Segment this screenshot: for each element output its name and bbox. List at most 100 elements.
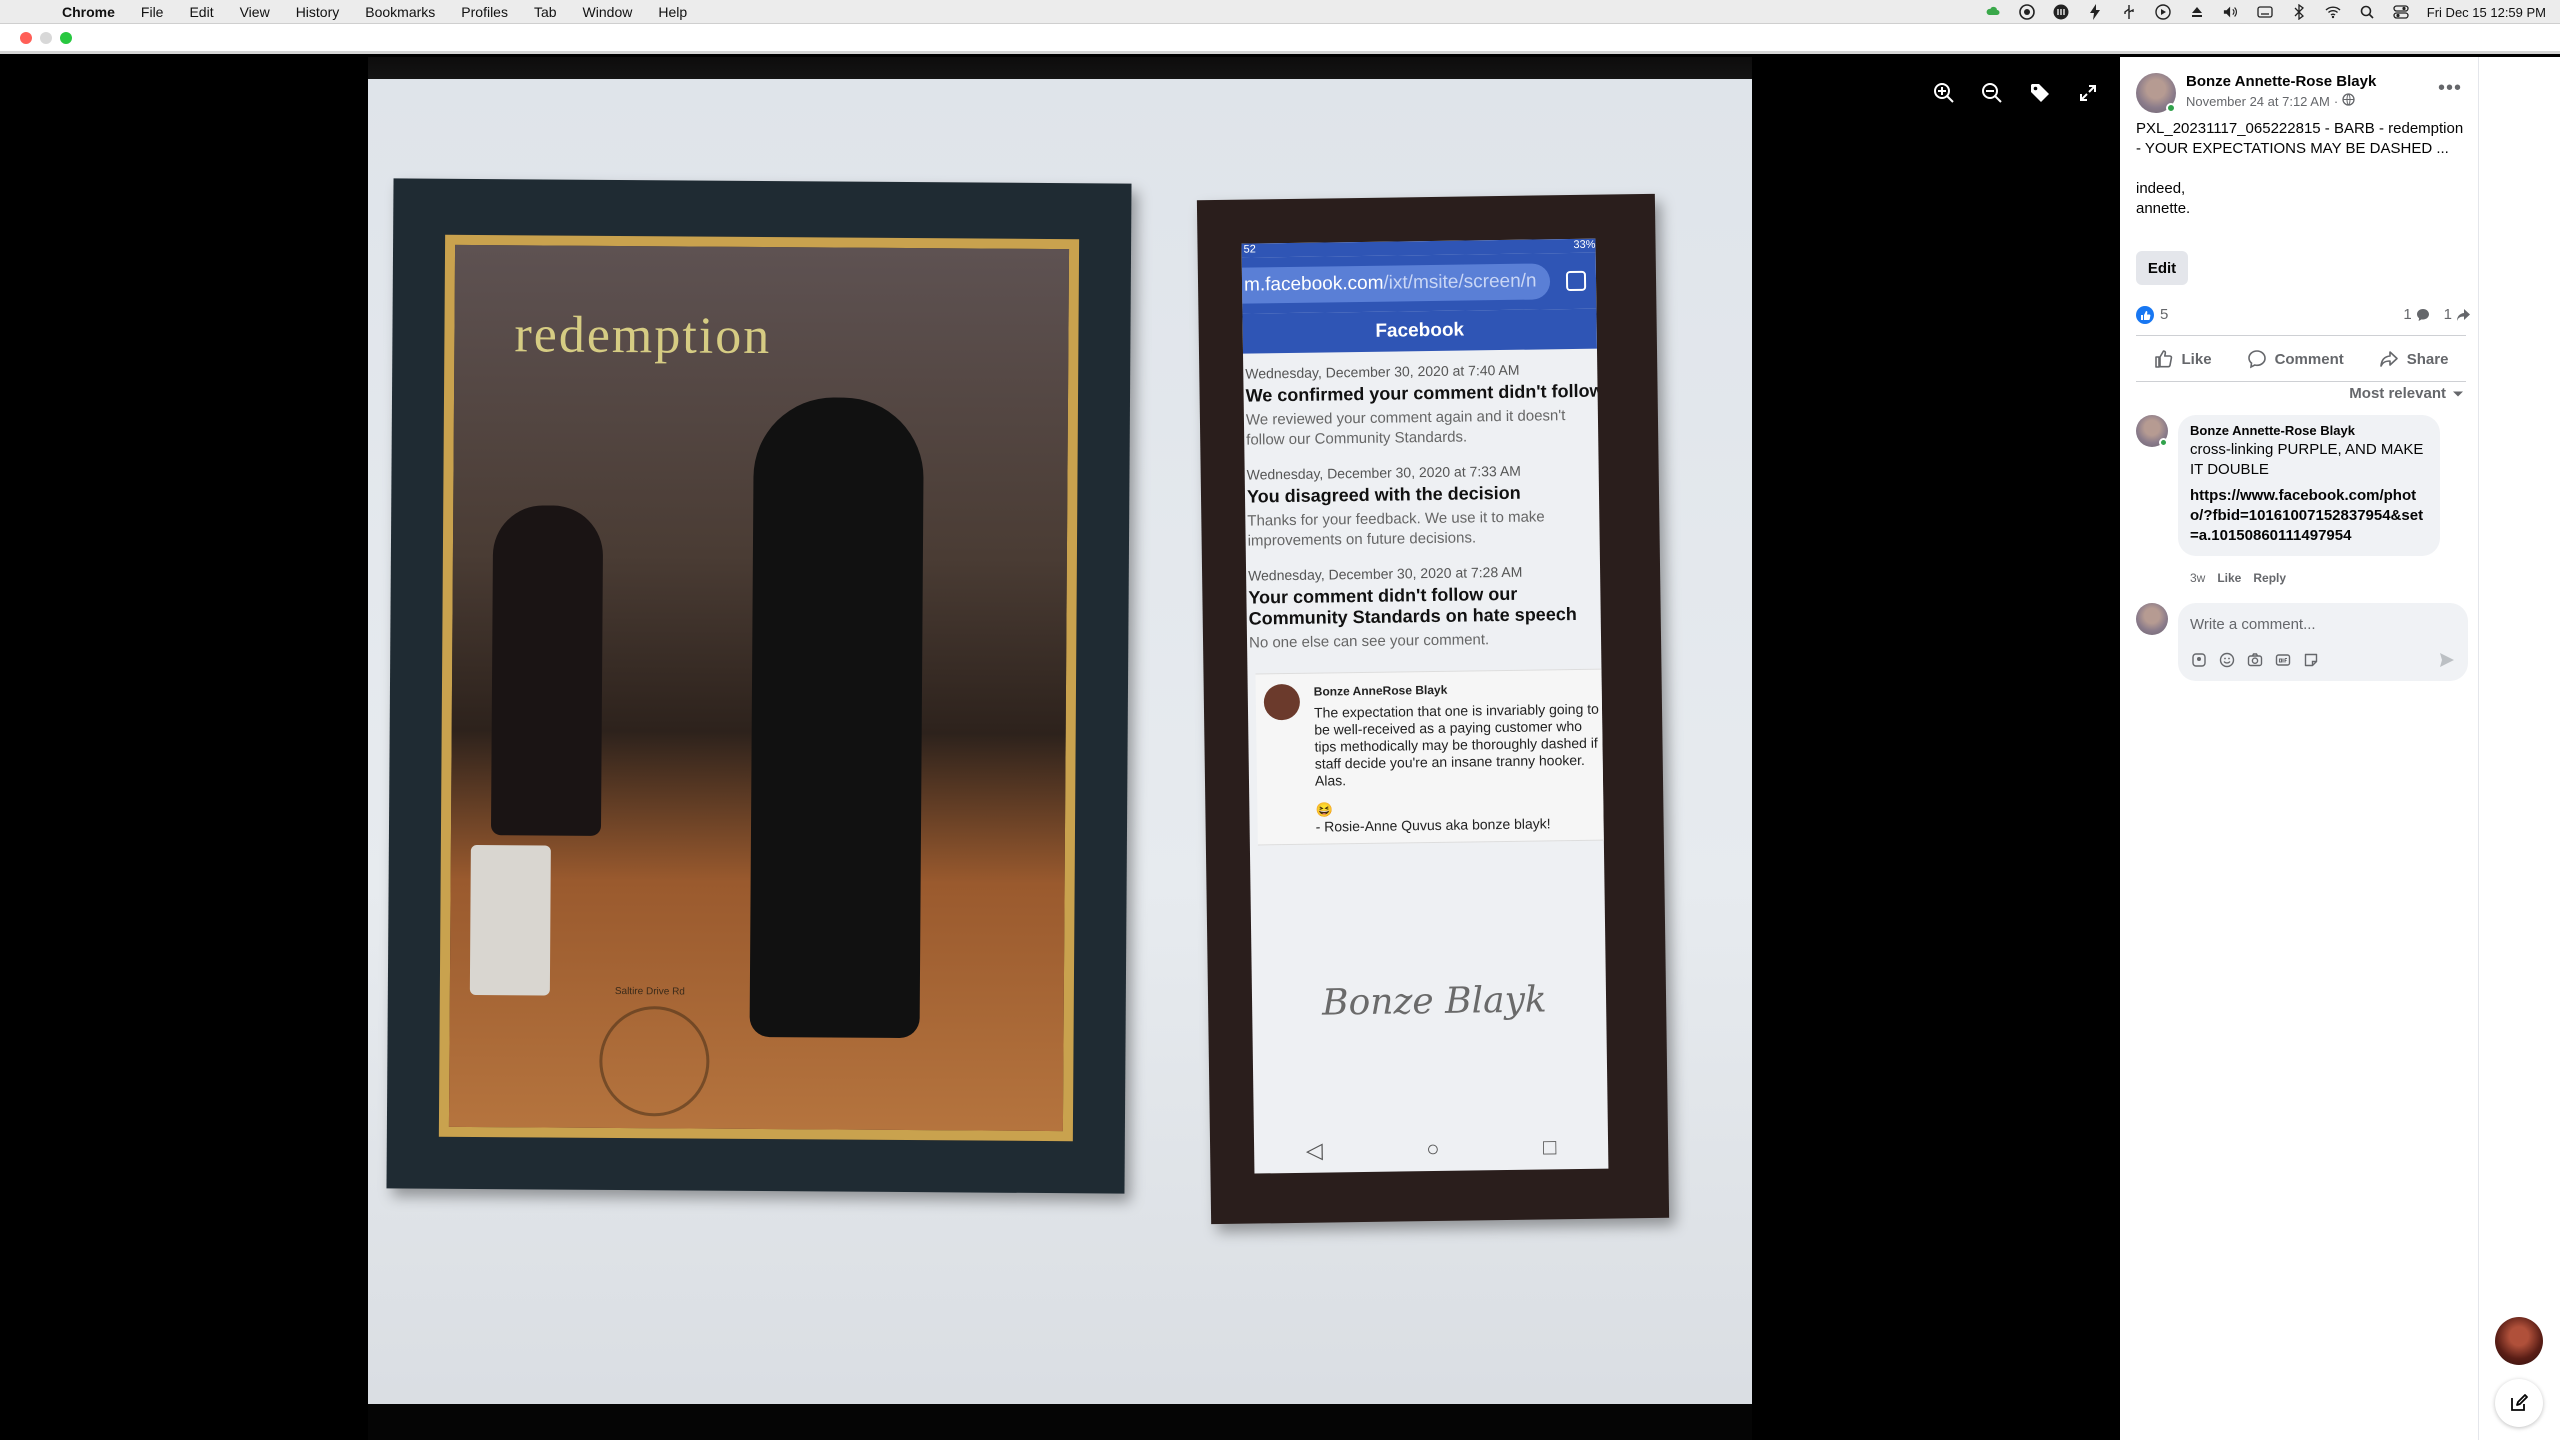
bluetooth-icon[interactable]: [2291, 4, 2307, 20]
current-user-avatar[interactable]: [2136, 603, 2168, 635]
avatar-sticker-icon[interactable]: [2190, 651, 2208, 669]
post-caption: PXL_20231117_065222815 - BARB - redempti…: [2136, 120, 2464, 157]
keyboard-icon[interactable]: [2257, 4, 2273, 20]
bolt-icon[interactable]: [2087, 4, 2103, 20]
compose-icon: [2511, 1394, 2528, 1411]
menu-edit[interactable]: Edit: [189, 4, 213, 20]
notice-date: Wednesday, December 30, 2020 at 7:40 AM: [1245, 361, 1520, 382]
divider: [2136, 381, 2466, 382]
comment-meta: 3w Like Reply: [2190, 571, 2286, 585]
comment-age[interactable]: 3w: [2190, 571, 2205, 585]
photo-bottom-edge: [368, 1404, 1752, 1440]
window-minimize-button[interactable]: [40, 32, 52, 44]
fullscreen-icon[interactable]: [2072, 77, 2104, 109]
phone-notice: Wednesday, December 30, 2020 at 7:33 AM …: [1244, 450, 1599, 556]
menu-file[interactable]: File: [141, 4, 164, 20]
volume-icon[interactable]: [2223, 4, 2239, 20]
yin-yang-watermark: [598, 1005, 710, 1117]
speaker-object: [469, 844, 551, 996]
status-area: Fri Dec 15 12:59 PM: [1985, 0, 2546, 24]
window-close-button[interactable]: [20, 32, 32, 44]
share-count[interactable]: 1: [2444, 306, 2470, 323]
notice-heading: Your comment didn't follow our Community…: [1248, 583, 1577, 629]
gif-icon[interactable]: [2274, 651, 2292, 669]
menu-tab[interactable]: Tab: [534, 4, 557, 20]
divider: [2136, 335, 2466, 336]
menu-view[interactable]: View: [240, 4, 270, 20]
phone-fb-title: Facebook: [1242, 308, 1597, 354]
menu-app-name[interactable]: Chrome: [62, 4, 115, 20]
comment-input[interactable]: [2190, 613, 2450, 635]
post-author-name[interactable]: Bonze Annette-Rose Blayk: [2186, 73, 2376, 90]
comment-count[interactable]: 1: [2403, 306, 2429, 323]
engagement-counts: 1 1: [2403, 306, 2470, 323]
zoom-out-icon[interactable]: [1976, 77, 2008, 109]
handwritten-signature: Bonze Blayk: [1321, 979, 1547, 1024]
online-status-indicator: [2159, 438, 2168, 447]
menu-profiles[interactable]: Profiles: [461, 4, 508, 20]
window-fullscreen-button[interactable]: [60, 32, 72, 44]
like-label: Like: [2181, 350, 2212, 368]
menu-bar-clock[interactable]: Fri Dec 15 12:59 PM: [2427, 5, 2546, 20]
post-meta: November 24 at 7:12 AM ·: [2186, 93, 2355, 109]
meta-separator: ·: [2333, 93, 2339, 109]
comment-bubble-icon: [2416, 308, 2429, 321]
search-icon[interactable]: [2359, 4, 2375, 20]
comment-icon: [2247, 350, 2266, 369]
comment-link[interactable]: https://www.facebook.com/photo/?fbid=101…: [2190, 486, 2428, 546]
eject-icon[interactable]: [2189, 4, 2205, 20]
reaction-summary[interactable]: 5 1 1: [2136, 305, 2470, 327]
edit-button[interactable]: Edit: [2136, 251, 2188, 285]
comment-button[interactable]: Comment: [2247, 349, 2344, 369]
post-header: Bonze Annette-Rose Blayk November 24 at …: [2136, 71, 2472, 117]
menu-history[interactable]: History: [296, 4, 340, 20]
camera-icon[interactable]: [2246, 651, 2264, 669]
menu-window[interactable]: Window: [583, 4, 633, 20]
thumbs-up-reaction-icon: [2136, 306, 2154, 324]
artwork-title: redemption: [514, 306, 772, 366]
phone-url-bar: m.facebook.com/ixt/msite/screen/n: [1241, 252, 1597, 314]
phone-url-field: m.facebook.com/ixt/msite/screen/n: [1241, 263, 1551, 304]
commenter-name[interactable]: Bonze Annette-Rose Blayk: [2190, 423, 2428, 438]
share-label: Share: [2406, 350, 2449, 368]
comment-count-value: 1: [2403, 306, 2412, 323]
comment-like-button[interactable]: Like: [2217, 571, 2241, 585]
back-triangle-icon: ◁: [1305, 1137, 1323, 1163]
framed-picture-left: redemption Saltire Drive Rd: [386, 178, 1132, 1194]
new-message-button[interactable]: [2495, 1379, 2543, 1427]
play-circle-icon[interactable]: [2155, 4, 2171, 20]
send-icon[interactable]: [2438, 651, 2456, 674]
tag-icon[interactable]: [2024, 77, 2056, 109]
like-button[interactable]: Like: [2154, 349, 2212, 369]
portrait-artwork: redemption Saltire Drive Rd: [448, 244, 1070, 1132]
zoom-in-icon[interactable]: [1928, 77, 1960, 109]
cloud-sync-icon[interactable]: [1985, 4, 2001, 20]
wifi-icon[interactable]: [2325, 4, 2341, 20]
sticker-icon[interactable]: [2302, 651, 2320, 669]
chat-head-avatar[interactable]: [2495, 1317, 2543, 1365]
comment-reply-button[interactable]: Reply: [2253, 571, 2286, 585]
post-timestamp[interactable]: November 24 at 7:12 AM: [2186, 94, 2330, 109]
composer-tools: [2190, 651, 2320, 669]
notice-date: Wednesday, December 30, 2020 at 7:28 AM: [1248, 563, 1523, 584]
usb-icon[interactable]: [2121, 4, 2137, 20]
embedded-avatar: [1263, 683, 1301, 721]
more-options-icon[interactable]: •••: [2438, 77, 2462, 100]
menu-bookmarks[interactable]: Bookmarks: [365, 4, 435, 20]
reaction-count[interactable]: 5: [2160, 306, 2168, 323]
control-center-icon[interactable]: [2393, 4, 2409, 20]
comment-sort-dropdown[interactable]: Most relevant: [2349, 385, 2464, 402]
phone-url-path: /ixt/msite/screen/n: [1383, 270, 1537, 294]
menu-help[interactable]: Help: [658, 4, 687, 20]
post-actions: Like Comment Share: [2136, 339, 2466, 379]
post-sidebar: Bonze Annette-Rose Blayk November 24 at …: [2120, 57, 2478, 1440]
creative-cloud-icon[interactable]: [2018, 4, 2035, 20]
recents-square-icon: □: [1542, 1134, 1557, 1160]
emoji-icon[interactable]: [2218, 651, 2236, 669]
phone-screenshot: 52 33% m.facebook.com/ixt/msite/screen/n…: [1241, 238, 1609, 1174]
phone-tabs-icon: [1565, 270, 1587, 292]
share-button[interactable]: Share: [2379, 349, 2449, 369]
vpn-icon[interactable]: [2053, 4, 2069, 20]
browser-window-bar: [0, 24, 2560, 54]
embedded-author: Bonze AnneRose Blayk: [1313, 682, 1448, 699]
